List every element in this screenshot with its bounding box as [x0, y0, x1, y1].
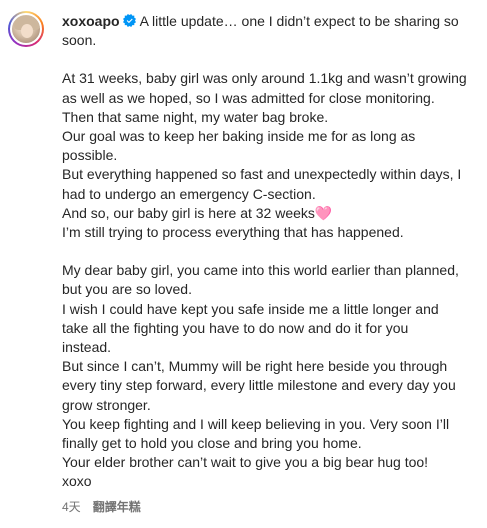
caption-line: take all the fighting you have to do now… — [62, 319, 409, 336]
caption-line: every tiny step forward, every little mi… — [62, 377, 456, 394]
caption-paragraph-2: At 31 weeks, baby girl was only around 1… — [62, 69, 477, 242]
caption-line: Then that same night, my water bag broke… — [62, 108, 329, 125]
caption-paragraph-3: My dear baby girl, you came into this wo… — [62, 261, 477, 491]
caption-line: But since I can’t, Mummy will be right h… — [62, 358, 448, 375]
caption-line: I wish I could have kept you safe inside… — [62, 300, 439, 317]
caption-line: A little update… one I didn’t expect to … — [139, 13, 459, 29]
caption-line: Our goal was to keep her baking inside m… — [62, 128, 416, 145]
caption-line: And so, our baby girl is here at 32 week… — [62, 204, 333, 221]
caption-line: soon. — [62, 32, 97, 49]
caption-line: had to undergo an emergency C-section. — [62, 185, 316, 202]
timestamp[interactable]: 4天 — [62, 498, 81, 515]
avatar-image — [10, 13, 42, 45]
caption-line: xoxo — [62, 473, 92, 490]
caption-line: possible. — [62, 147, 118, 164]
caption-paragraph-1: xoxoapo A little update… one I didn’t exp… — [62, 12, 477, 50]
caption-line: finally get to hold you close and bring … — [62, 435, 362, 452]
caption-line: But everything happened so fast and unex… — [62, 166, 462, 183]
caption-line: At 31 weeks, baby girl was only around 1… — [62, 70, 467, 87]
avatar-face — [21, 24, 33, 38]
post-meta: 4天 翻譯年糕 — [62, 498, 141, 515]
caption-line: as well as we hoped, so I was admitted f… — [62, 89, 435, 106]
username-link[interactable]: xoxoapo — [62, 13, 120, 29]
caption-line: My dear baby girl, you came into this wo… — [62, 262, 459, 279]
caption-line: but you are so loved. — [62, 281, 192, 298]
caption-first-line: xoxoapo A little update… one I didn’t exp… — [62, 12, 477, 31]
caption-line: instead. — [62, 339, 112, 356]
translate-button[interactable]: 翻譯年糕 — [93, 498, 141, 515]
caption-line: I’m still trying to process everything t… — [62, 224, 404, 241]
avatar[interactable] — [8, 11, 44, 47]
caption-line: You keep fighting and I will keep believ… — [62, 415, 450, 432]
caption-line: grow stronger. — [62, 396, 151, 413]
verified-badge-icon — [122, 14, 136, 27]
caption-body: xoxoapo A little update… one I didn’t exp… — [62, 12, 477, 492]
caption-line: Your elder brother can’t wait to give yo… — [62, 454, 429, 471]
post-caption: xoxoapo A little update… one I didn’t exp… — [0, 0, 487, 528]
